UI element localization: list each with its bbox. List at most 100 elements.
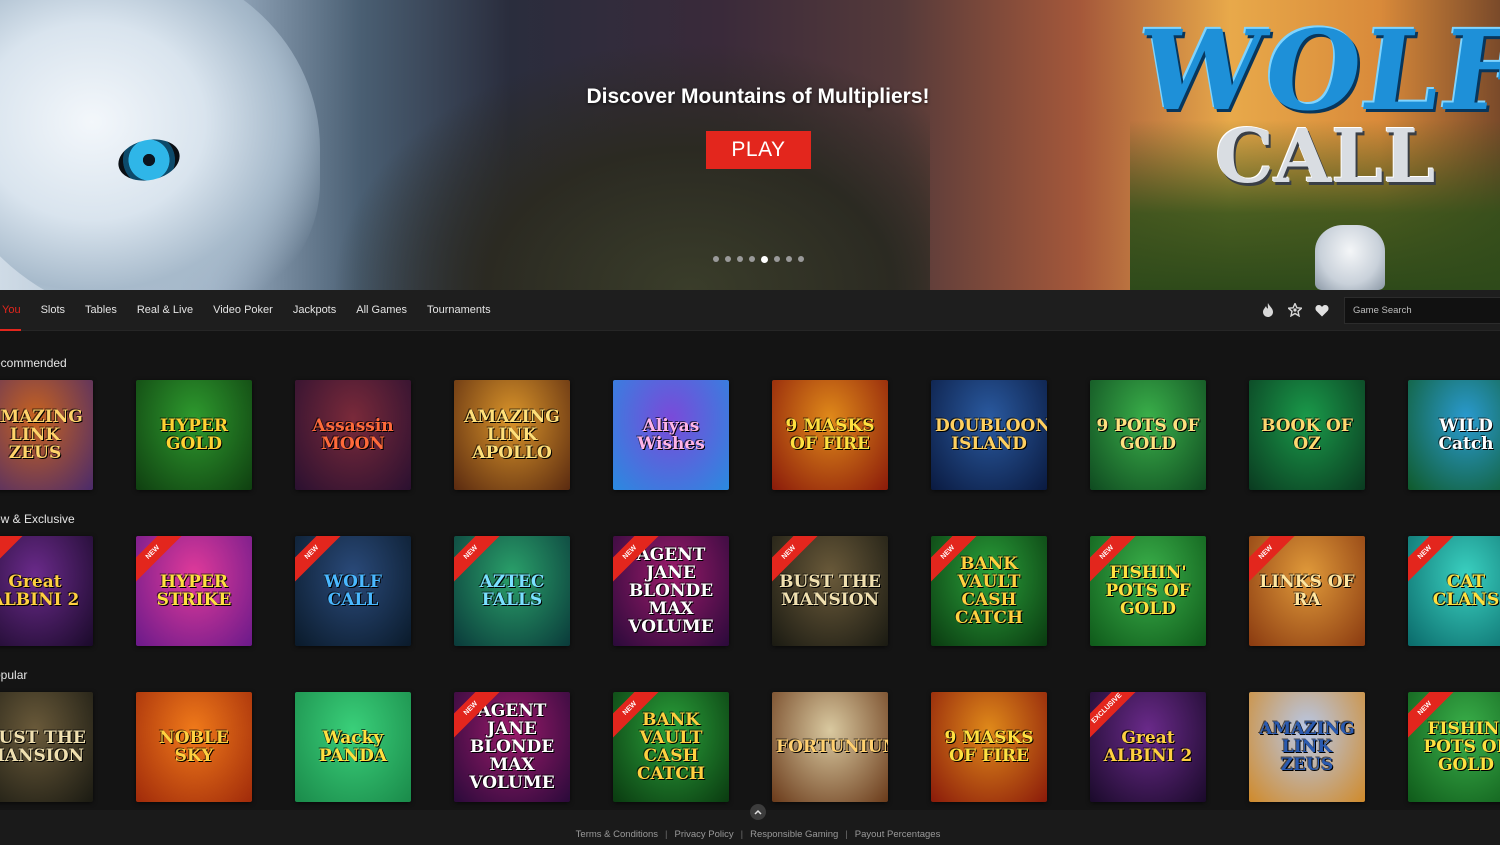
- game-tile[interactable]: BANK VAULT CASH CATCH NEW: [613, 692, 729, 802]
- game-title-art: 9 POTS OF GOLD: [1096, 416, 1200, 454]
- section-title: ew & Exclusive: [0, 512, 75, 526]
- tab-jackpots[interactable]: Jackpots: [283, 290, 346, 331]
- footer-link[interactable]: Terms & Conditions: [576, 829, 658, 840]
- game-tile[interactable]: HYPER GOLD: [136, 380, 252, 490]
- game-tile[interactable]: AMAZING LINK ZEUS: [0, 380, 93, 490]
- tab-you[interactable]: You: [0, 290, 31, 331]
- section-title: opular: [0, 668, 28, 682]
- carousel-dot[interactable]: [774, 256, 780, 262]
- game-tile[interactable]: NOBLE SKY: [136, 692, 252, 802]
- game-tile[interactable]: FORTUNIUM: [772, 692, 888, 802]
- category-nav: You Slots Tables Real & Live Video Poker Jack…: [0, 290, 1500, 331]
- hero-play-button[interactable]: PLAY: [706, 131, 811, 169]
- carousel-dots: [713, 255, 804, 263]
- game-title-art: WOLF CALL: [324, 572, 382, 610]
- game-tile[interactable]: WILD Catch: [1408, 380, 1500, 490]
- game-title-art: Great ALBINI 2: [1103, 728, 1193, 766]
- game-tile[interactable]: 9 MASKS OF FIRE: [772, 380, 888, 490]
- tab-video-poker[interactable]: Video Poker: [203, 290, 283, 331]
- game-title-art: 9 MASKS OF FIRE: [944, 728, 1034, 766]
- game-tile[interactable]: BUST THE MANSION NEW: [772, 536, 888, 646]
- carousel-dot[interactable]: [713, 256, 719, 262]
- hero-logo-line2: CALL: [1215, 114, 1436, 200]
- game-tile[interactable]: WOLF CALL NEW: [295, 536, 411, 646]
- game-title-art: HYPER STRIKE: [156, 572, 232, 610]
- game-title-art: AMAZING LINK ZEUS: [0, 407, 83, 463]
- footer-separator: |: [740, 829, 744, 840]
- footer-links: Terms & Conditions | Privacy Policy | Respon…: [0, 829, 1500, 840]
- game-tile[interactable]: Great ALBINI 2 EXCLUSIVE: [1090, 692, 1206, 802]
- game-title-art: CAT CLANS: [1432, 572, 1500, 610]
- game-title-art: 9 MASKS OF FIRE: [785, 416, 875, 454]
- carousel-dot[interactable]: [786, 256, 792, 262]
- game-row: AMAZING LINK ZEUS HYPER GOLD Assassin MOON…: [0, 380, 1500, 490]
- hero-headline: Discover Mountains of Multipliers!: [586, 85, 930, 108]
- game-title-art: BANK VAULT CASH CATCH: [636, 710, 706, 784]
- category-tabs: You Slots Tables Real & Live Video Poker Jack…: [0, 290, 501, 331]
- game-tile[interactable]: BANK VAULT CASH CATCH NEW: [931, 536, 1047, 646]
- game-tile[interactable]: Assassin MOON: [295, 380, 411, 490]
- game-tile[interactable]: DOUBLOON ISLAND: [931, 380, 1047, 490]
- game-title-art: DOUBLOON ISLAND: [935, 416, 1047, 454]
- game-title-art: AZTEC FALLS: [479, 572, 545, 610]
- game-title-art: NOBLE SKY: [159, 728, 229, 766]
- game-row: BUST THE MANSION NOBLE SKY Wacky PANDA AGEN…: [0, 692, 1500, 802]
- game-tile[interactable]: AGENT JANE BLONDE MAX VOLUME NEW: [454, 692, 570, 802]
- hero-small-wolf-art: [1315, 225, 1385, 290]
- game-tile[interactable]: AGENT JANE BLONDE MAX VOLUME NEW: [613, 536, 729, 646]
- game-tile[interactable]: FISHIN' POTS OF GOLDNEW: [1090, 536, 1206, 646]
- tab-tournaments[interactable]: Tournaments: [417, 290, 501, 331]
- hero-mountain-art: [330, 40, 930, 290]
- game-title-art: WILD Catch: [1438, 416, 1494, 454]
- game-tile[interactable]: LINKS OF RA NEW: [1249, 536, 1365, 646]
- game-tile[interactable]: Great ALBINI 2NEW: [0, 536, 93, 646]
- game-title-art: FISHIN' POTS OF GOLD: [1105, 563, 1191, 619]
- footer-link[interactable]: Privacy Policy: [675, 829, 734, 840]
- carousel-dot[interactable]: [725, 256, 731, 262]
- game-title-art: BOOK OF OZ: [1261, 416, 1353, 454]
- hero-banner[interactable]: WOLF CALL Discover Mountains of Multipli…: [0, 0, 1500, 290]
- footer-separator: |: [665, 829, 668, 840]
- game-title-art: AMAZING LINK ZEUS: [1259, 719, 1355, 775]
- game-tile[interactable]: AMAZING LINK ZEUS: [1249, 692, 1365, 802]
- game-tile[interactable]: AZTEC FALLS NEW: [454, 536, 570, 646]
- footer-separator: |: [845, 829, 848, 840]
- tab-tables[interactable]: Tables: [75, 290, 127, 331]
- footer-link[interactable]: Responsible Gaming: [750, 829, 838, 840]
- game-row: Great ALBINI 2NEW HYPER STRIKENEW WOLF CAL…: [0, 536, 1500, 646]
- game-tile[interactable]: Aliyas Wishes: [613, 380, 729, 490]
- game-tile[interactable]: Wacky PANDA: [295, 692, 411, 802]
- star-icon[interactable]: [1287, 302, 1303, 318]
- game-tile[interactable]: HYPER STRIKE NEW: [136, 536, 252, 646]
- game-tile[interactable]: 9 MASKS OF FIRE: [931, 692, 1047, 802]
- game-title-art: BUST THE MANSION: [0, 728, 86, 766]
- game-tile[interactable]: CAT CLANS NEW: [1408, 536, 1500, 646]
- game-title-art: FISHIN' POTS OF GOLD: [1423, 719, 1500, 775]
- game-title-art: LINKS OF RA: [1259, 572, 1355, 610]
- carousel-dot[interactable]: [798, 256, 804, 262]
- game-search-input[interactable]: [1344, 297, 1500, 324]
- game-tile[interactable]: BOOK OF OZ: [1249, 380, 1365, 490]
- game-tile[interactable]: BUST THE MANSION: [0, 692, 93, 802]
- game-title-art: BANK VAULT CASH CATCH: [954, 554, 1024, 628]
- tab-all-games[interactable]: All Games: [346, 290, 417, 331]
- game-tile[interactable]: 9 POTS OF GOLD: [1090, 380, 1206, 490]
- game-title-art: BUST THE MANSION: [779, 572, 881, 610]
- heart-icon[interactable]: [1314, 302, 1330, 318]
- carousel-dot[interactable]: [761, 255, 768, 263]
- game-title-art: HYPER GOLD: [159, 416, 229, 454]
- carousel-dot[interactable]: [749, 256, 755, 262]
- game-tile[interactable]: AMAZING LINK APOLLO: [454, 380, 570, 490]
- tab-slots[interactable]: Slots: [31, 290, 75, 331]
- flame-icon[interactable]: [1260, 302, 1276, 318]
- section-title: ecommended: [0, 356, 67, 370]
- nav-icon-group: [1260, 302, 1330, 318]
- game-title-art: Assassin MOON: [312, 416, 394, 454]
- chevron-up-icon[interactable]: [750, 804, 766, 820]
- casino-lobby: WOLF CALL Discover Mountains of Multipli…: [0, 0, 1500, 845]
- game-tile[interactable]: FISHIN' POTS OF GOLDNEW: [1408, 692, 1500, 802]
- footer-link[interactable]: Payout Percentages: [855, 829, 941, 840]
- game-title-art: FORTUNIUM: [776, 737, 888, 757]
- carousel-dot[interactable]: [737, 256, 743, 262]
- tab-real-live[interactable]: Real & Live: [127, 290, 203, 331]
